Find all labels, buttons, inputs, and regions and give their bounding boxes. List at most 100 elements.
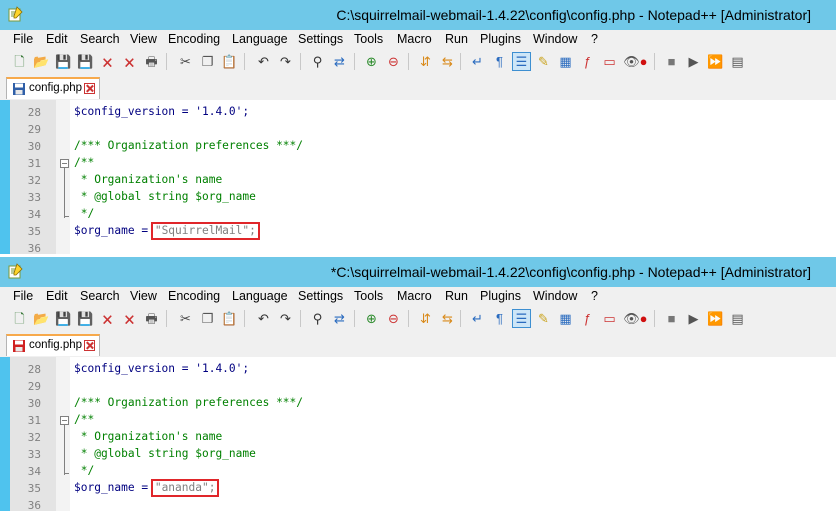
zoom-in-button[interactable]: ⊕ [362,52,381,71]
code-line: 30 /*** Organization preferences ***/ [10,395,836,412]
udl-button[interactable]: ✎ [534,309,553,328]
find-button[interactable]: ⚲ [308,52,327,71]
menu-help[interactable]: ? [591,289,598,303]
menu-plugins[interactable]: Plugins [480,289,521,303]
doc-map-button[interactable]: ▦ [556,309,575,328]
undo-button[interactable]: ↶ [254,52,273,71]
play-macro-button[interactable]: ▶ [684,52,703,71]
close-all-button[interactable]: 🗙 [120,52,139,71]
line-number: 34 [27,208,41,221]
zoom-out-button[interactable]: ⊖ [384,52,403,71]
menu-encoding[interactable]: Encoding [168,289,220,303]
code-line: 35 $org_name = "ananda"; [10,480,836,497]
sync-vertical-button[interactable]: ⇵ [416,309,435,328]
save-all-button[interactable]: 💾 [76,52,95,71]
save-all-button[interactable]: 💾 [76,309,95,328]
indent-guide-button[interactable]: ☰ [512,309,531,328]
tab-close-icon[interactable] [84,340,95,351]
print-button[interactable]: 🖶 [142,52,161,71]
udl-button[interactable]: ✎ [534,52,553,71]
menu-tools[interactable]: Tools [354,289,383,303]
show-all-chars-button[interactable]: ¶ [490,52,509,71]
folder-workspace-button[interactable]: ▭ [600,309,619,328]
doc-map-button[interactable]: ▦ [556,52,575,71]
menu-view[interactable]: View [130,32,157,46]
save-button[interactable]: 💾 [54,309,73,328]
menu-edit[interactable]: Edit [46,289,68,303]
record-macro-button[interactable]: ● [634,52,653,71]
copy-button[interactable]: ❐ [198,52,217,71]
replace-button[interactable]: ⇄ [330,309,349,328]
show-all-chars-button[interactable]: ¶ [490,309,509,328]
save-macro-button[interactable]: ▤ [728,52,747,71]
title-bar[interactable]: *C:\squirrelmail-webmail-1.4.22\config\c… [0,257,836,287]
run-macro-multiple-button[interactable]: ⏩ [706,309,725,328]
save-macro-button[interactable]: ▤ [728,309,747,328]
menu-file[interactable]: File [13,32,33,46]
menu-search[interactable]: Search [80,32,120,46]
close-button[interactable]: 🗙 [98,52,117,71]
function-list-button[interactable]: ƒ [578,309,597,328]
tab-config-php[interactable]: config.php [6,77,100,99]
find-button[interactable]: ⚲ [308,309,327,328]
word-wrap-button[interactable]: ↵ [468,52,487,71]
menu-settings[interactable]: Settings [298,32,343,46]
replace-button[interactable]: ⇄ [330,52,349,71]
menu-view[interactable]: View [130,289,157,303]
run-macro-multiple-button[interactable]: ⏩ [706,52,725,71]
new-file-button[interactable]: 🗋 [10,309,29,328]
menu-help[interactable]: ? [591,32,598,46]
indent-guide-button[interactable]: ☰ [512,52,531,71]
menu-run[interactable]: Run [445,32,468,46]
title-bar[interactable]: C:\squirrelmail-webmail-1.4.22\config\co… [0,0,836,30]
zoom-in-button[interactable]: ⊕ [362,309,381,328]
folder-workspace-button[interactable]: ▭ [600,52,619,71]
menu-encoding[interactable]: Encoding [168,32,220,46]
tab-config-php[interactable]: config.php [6,334,100,356]
menu-language[interactable]: Language [232,289,288,303]
redo-icon: ↷ [280,311,291,326]
sync-horizontal-button[interactable]: ⇆ [438,52,457,71]
sync-vertical-button[interactable]: ⇵ [416,52,435,71]
menu-window[interactable]: Window [533,32,577,46]
open-file-button[interactable]: 📂 [32,52,51,71]
redo-button[interactable]: ↷ [276,309,295,328]
copy-button[interactable]: ❐ [198,309,217,328]
sync-horizontal-icon: ⇆ [442,311,453,326]
cut-button[interactable]: ✂ [176,309,195,328]
save-button[interactable]: 💾 [54,52,73,71]
menu-run[interactable]: Run [445,289,468,303]
zoom-out-button[interactable]: ⊖ [384,309,403,328]
open-file-button[interactable]: 📂 [32,309,51,328]
stop-record-button[interactable]: ■ [662,52,681,71]
stop-record-button[interactable]: ■ [662,309,681,328]
word-wrap-button[interactable]: ↵ [468,309,487,328]
tab-close-icon[interactable] [84,83,95,94]
menu-settings[interactable]: Settings [298,289,343,303]
paste-button[interactable]: 📋 [220,52,239,71]
close-all-button[interactable]: 🗙 [120,309,139,328]
menu-language[interactable]: Language [232,32,288,46]
menu-macro[interactable]: Macro [397,32,432,46]
code-editor[interactable]: 28 $config_version = '1.4.0'; 29 30/*** Org… [10,100,836,254]
play-macro-button[interactable]: ▶ [684,309,703,328]
cut-button[interactable]: ✂ [176,52,195,71]
paste-button[interactable]: 📋 [220,309,239,328]
menu-window[interactable]: Window [533,289,577,303]
print-button[interactable]: 🖶 [142,309,161,328]
menu-search[interactable]: Search [80,289,120,303]
menu-edit[interactable]: Edit [46,32,68,46]
new-file-button[interactable]: 🗋 [10,52,29,71]
menu-tools[interactable]: Tools [354,32,383,46]
close-button[interactable]: 🗙 [98,309,117,328]
record-macro-button[interactable]: ● [634,309,653,328]
fold-end-marker [64,473,69,474]
menu-macro[interactable]: Macro [397,289,432,303]
menu-plugins[interactable]: Plugins [480,32,521,46]
sync-horizontal-button[interactable]: ⇆ [438,309,457,328]
menu-file[interactable]: File [13,289,33,303]
code-editor[interactable]: 28 $config_version = '1.4.0'; 29 30/*** Org… [10,357,836,511]
undo-button[interactable]: ↶ [254,309,273,328]
redo-button[interactable]: ↷ [276,52,295,71]
function-list-button[interactable]: ƒ [578,52,597,71]
